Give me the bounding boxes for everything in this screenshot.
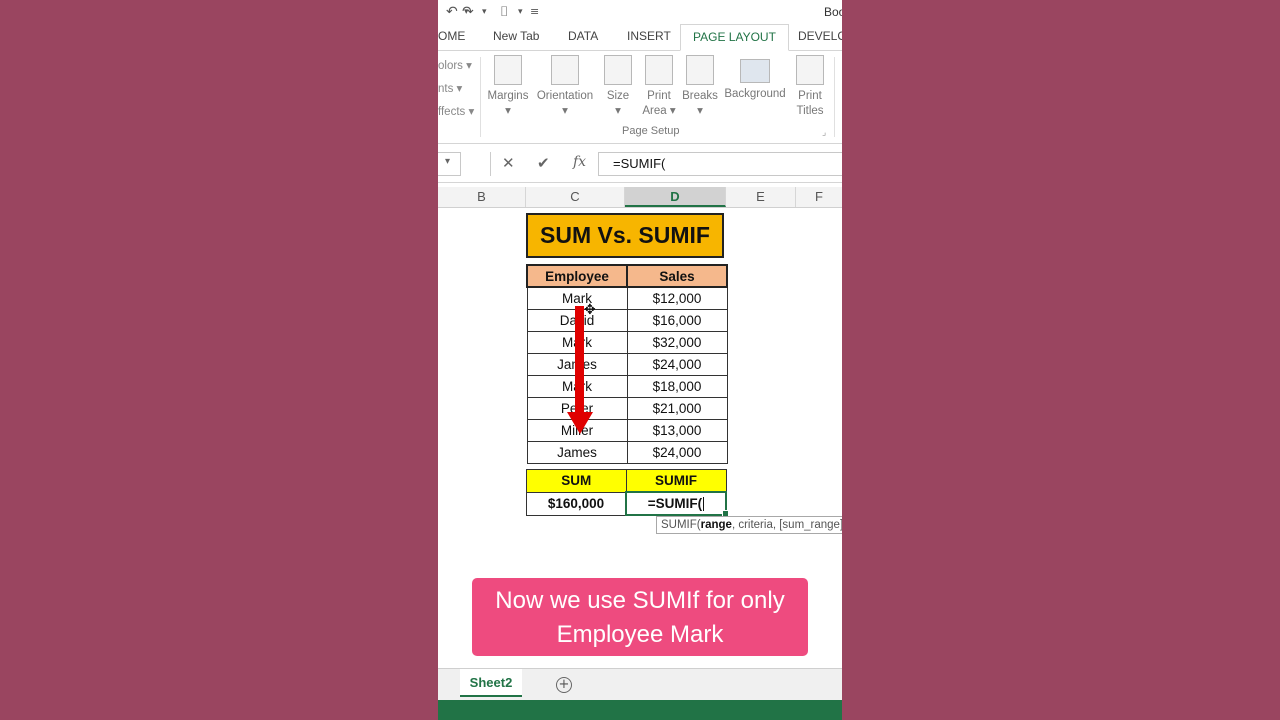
- function-tooltip[interactable]: SUMIF(range, criteria, [sum_range]: [656, 516, 842, 534]
- customize-qat-icon[interactable]: ≡: [530, 5, 539, 18]
- insert-function-icon[interactable]: fx: [573, 154, 586, 170]
- sales-cell[interactable]: $16,000: [626, 309, 728, 332]
- sales-cell[interactable]: $21,000: [626, 397, 728, 420]
- breaks-icon: [686, 55, 714, 85]
- background-button[interactable]: Background: [722, 55, 788, 102]
- size-button[interactable]: Size ▾: [602, 55, 634, 119]
- header-employee[interactable]: Employee: [526, 264, 628, 288]
- theme-colors[interactable]: olors ▾: [438, 58, 472, 72]
- sales-table: Employee Sales Mark$12,000 David$16,000 …: [526, 264, 728, 464]
- red-arrow-head: [567, 412, 593, 434]
- dialog-launcher-icon[interactable]: ⌟: [822, 127, 826, 138]
- redo-icon[interactable]: ↷: [462, 4, 474, 20]
- employee-cell[interactable]: James: [526, 441, 628, 464]
- enter-check-icon[interactable]: ✔: [537, 154, 550, 172]
- table-row: James$24,000: [526, 441, 728, 464]
- theme-effects[interactable]: ffects ▾: [438, 104, 474, 118]
- column-header-d[interactable]: D: [625, 187, 726, 207]
- margins-icon: [494, 55, 522, 85]
- tab-home[interactable]: OME: [438, 29, 465, 43]
- formula-bar-divider: [490, 152, 491, 176]
- column-header-c[interactable]: C: [526, 187, 625, 207]
- undo-icon[interactable]: ↶: [446, 4, 458, 20]
- ribbon-separator-right: [834, 57, 835, 137]
- print-titles-icon: [796, 55, 824, 85]
- sheet-title-cell[interactable]: SUM Vs. SUMIF: [526, 213, 724, 258]
- ribbon-page-setup: olors ▾ nts ▾ ffects ▾ Margins ▾ Orienta…: [438, 51, 842, 144]
- table-row: Mark $12,000: [526, 286, 728, 310]
- sales-cell[interactable]: $13,000: [626, 419, 728, 442]
- table-row: Peter$21,000: [526, 397, 728, 420]
- column-header-e[interactable]: E: [726, 187, 796, 207]
- name-box[interactable]: ▾: [438, 152, 461, 176]
- caption-callout: Now we use SUMIf for only Employee Mark: [472, 578, 808, 656]
- add-sheet-icon[interactable]: +: [556, 677, 572, 693]
- header-sumif[interactable]: SUMIF: [625, 469, 727, 493]
- sales-cell[interactable]: $24,000: [626, 353, 728, 376]
- sales-cell[interactable]: $12,000: [626, 286, 728, 310]
- formula-input[interactable]: =SUMIF(: [598, 152, 842, 176]
- tab-developer[interactable]: DEVELO: [798, 29, 842, 43]
- sales-cell[interactable]: $24,000: [626, 441, 728, 464]
- table-row: Mark$32,000: [526, 331, 728, 354]
- table-row: Mark$18,000: [526, 375, 728, 398]
- sales-cell[interactable]: $18,000: [626, 375, 728, 398]
- table-row: David$16,000: [526, 309, 728, 332]
- orientation-icon: [551, 55, 579, 85]
- table-row: Miller $13,000: [526, 419, 728, 442]
- column-header-f[interactable]: F: [796, 187, 842, 207]
- print-titles-button[interactable]: Print Titles: [792, 55, 828, 119]
- red-arrow-shaft: [575, 306, 584, 418]
- print-area-icon: [645, 55, 673, 85]
- tab-new-tab[interactable]: New Tab: [493, 29, 539, 43]
- summary-value-row: $160,000 =SUMIF(: [526, 491, 727, 516]
- worksheet-grid[interactable]: SUM Vs. SUMIF Employee Sales Mark $12,000…: [438, 208, 842, 668]
- orientation-button[interactable]: Orientation ▾: [534, 55, 596, 119]
- group-label-page-setup: Page Setup: [622, 125, 680, 137]
- camera-dropdown-icon[interactable]: ▾: [518, 7, 523, 17]
- sheet-tabs-bar: Sheet2 +: [438, 668, 842, 701]
- theme-fonts[interactable]: nts ▾: [438, 81, 462, 95]
- redo-dropdown-icon[interactable]: ▾: [482, 7, 487, 17]
- tab-page-layout[interactable]: PAGE LAYOUT: [680, 24, 789, 51]
- formula-bar: ▾ ✕ ✔ fx =SUMIF(: [438, 146, 842, 183]
- tab-insert[interactable]: INSERT: [627, 29, 671, 43]
- column-header-b[interactable]: B: [438, 187, 526, 207]
- print-area-button[interactable]: Print Area ▾: [640, 55, 678, 119]
- sum-value-cell[interactable]: $160,000: [526, 491, 627, 516]
- sheet-tab-sheet2[interactable]: Sheet2: [460, 669, 522, 697]
- camera-icon[interactable]: ⌷: [500, 4, 508, 20]
- background-right: [842, 0, 1280, 720]
- text-caret: [703, 497, 705, 512]
- quick-access-toolbar: ↶ ▾ ↷ ▾ ⌷ ▾ ≡ Boo: [438, 0, 842, 24]
- summary-header-row: SUM SUMIF: [526, 469, 727, 493]
- mouse-cursor-icon: ✥: [584, 302, 596, 318]
- header-sales[interactable]: Sales: [626, 264, 728, 288]
- sumif-active-cell[interactable]: =SUMIF(: [625, 491, 727, 516]
- margins-button[interactable]: Margins ▾: [486, 55, 530, 119]
- ribbon-separator: [480, 57, 481, 137]
- size-icon: [604, 55, 632, 85]
- breaks-button[interactable]: Breaks ▾: [682, 55, 718, 119]
- name-box-dropdown-icon[interactable]: ▾: [445, 156, 450, 167]
- column-headers: B C D E F: [438, 187, 842, 208]
- summary-table: SUM SUMIF $160,000 =SUMIF(: [526, 469, 727, 516]
- ribbon-tabs: OME New Tab DATA INSERT PAGE LAYOUT DEVE…: [438, 24, 842, 51]
- table-header-row: Employee Sales: [526, 264, 728, 288]
- table-row: James$24,000: [526, 353, 728, 376]
- sales-cell[interactable]: $32,000: [626, 331, 728, 354]
- background-left: [0, 0, 438, 720]
- window-title: Boo: [824, 5, 842, 19]
- header-sum[interactable]: SUM: [526, 469, 627, 493]
- background-icon: [740, 59, 770, 83]
- cancel-icon[interactable]: ✕: [502, 154, 515, 172]
- tab-data[interactable]: DATA: [568, 29, 598, 43]
- status-bar: [438, 700, 842, 720]
- excel-window: ↶ ▾ ↷ ▾ ⌷ ▾ ≡ Boo OME New Tab DATA INSER…: [438, 0, 842, 720]
